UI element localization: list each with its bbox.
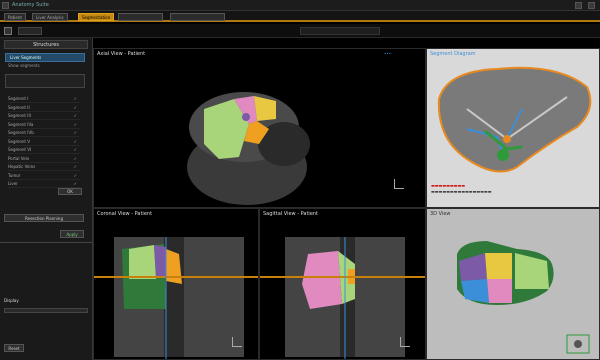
panel-header: Structures bbox=[4, 40, 88, 49]
tab-segmentation[interactable]: Segmentation bbox=[78, 13, 115, 21]
structure-item[interactable]: Liver ✓ bbox=[8, 179, 80, 188]
minimize-icon[interactable] bbox=[575, 2, 582, 9]
structure-label: Tumor bbox=[8, 172, 21, 178]
structure-label: Segment IVa bbox=[8, 121, 34, 127]
schematic-legend: ▬▬▬▬▬▬▬▬▬▬▬▬▬▬▬▬ bbox=[431, 189, 492, 194]
sagittal-viewport[interactable]: Sagittal View - Patient bbox=[259, 208, 426, 360]
reset-button[interactable]: Reset bbox=[4, 344, 24, 352]
resection-planning-button[interactable]: Resection Planning bbox=[4, 214, 84, 222]
tab-extra-2[interactable] bbox=[170, 13, 225, 21]
structure-label: Liver bbox=[8, 181, 18, 186]
close-icon[interactable] bbox=[588, 2, 595, 9]
sagittal-orientation bbox=[400, 337, 410, 347]
structure-label: Segment I bbox=[8, 96, 29, 101]
structure-group[interactable]: Liver Segments bbox=[5, 53, 85, 62]
axial-viewport[interactable]: Axial View - Patient ••• bbox=[93, 48, 426, 208]
color-selector[interactable] bbox=[5, 74, 85, 88]
structure-label: Segment V bbox=[8, 138, 31, 144]
tab-extra[interactable] bbox=[118, 13, 163, 21]
app-icon bbox=[2, 2, 9, 9]
render3d-image bbox=[457, 241, 590, 354]
structure-label: Hepatic Veins bbox=[8, 164, 36, 169]
axial-orientation bbox=[394, 179, 404, 189]
tab-liver-analysis[interactable]: Liver Analysis bbox=[32, 13, 68, 21]
left-panel: Structures Liver Segments Show segments … bbox=[0, 38, 93, 360]
tab-patient[interactable]: Patient bbox=[4, 13, 26, 21]
title-bar: Anatomy Suite bbox=[0, 0, 600, 11]
toolbar bbox=[0, 24, 600, 38]
menu-icon[interactable] bbox=[4, 27, 12, 35]
axial-info: ••• bbox=[384, 51, 392, 56]
structure-label: Segment IVb bbox=[8, 130, 34, 135]
schematic-warning: ▬▬▬▬▬▬▬▬▬ bbox=[431, 183, 466, 188]
coronal-viewport[interactable]: Coronal View - Patient bbox=[93, 208, 259, 360]
window-title: Anatomy Suite bbox=[12, 2, 49, 8]
visibility-check-icon[interactable]: ✓ bbox=[74, 179, 77, 188]
lower-header: Display bbox=[4, 298, 19, 303]
structure-label: Segment III bbox=[8, 113, 31, 118]
segment-diagram-viewport[interactable]: Segment Diagram ▬▬▬▬▬▬▬▬▬ ▬▬▬▬▬▬▬▬▬▬▬▬▬▬… bbox=[426, 48, 600, 208]
coronal-orientation bbox=[232, 337, 242, 347]
ok-button[interactable]: OK bbox=[58, 188, 82, 195]
apply-button[interactable]: Apply bbox=[60, 230, 84, 238]
group-sublabel: Show segments bbox=[8, 63, 40, 68]
axial-image bbox=[187, 92, 310, 205]
panel-divider bbox=[0, 242, 92, 243]
toolbar-status bbox=[300, 27, 380, 35]
render3d-viewport[interactable]: 3D View bbox=[426, 208, 600, 360]
structure-label: Segment II bbox=[8, 104, 30, 110]
tab-bar: Patient Liver Analysis Segmentation bbox=[0, 11, 600, 22]
opacity-slider[interactable] bbox=[4, 308, 88, 313]
structure-label: Portal Vein bbox=[8, 155, 30, 161]
toolbar-field[interactable] bbox=[18, 27, 42, 35]
structure-label: Segment VI bbox=[8, 147, 32, 152]
